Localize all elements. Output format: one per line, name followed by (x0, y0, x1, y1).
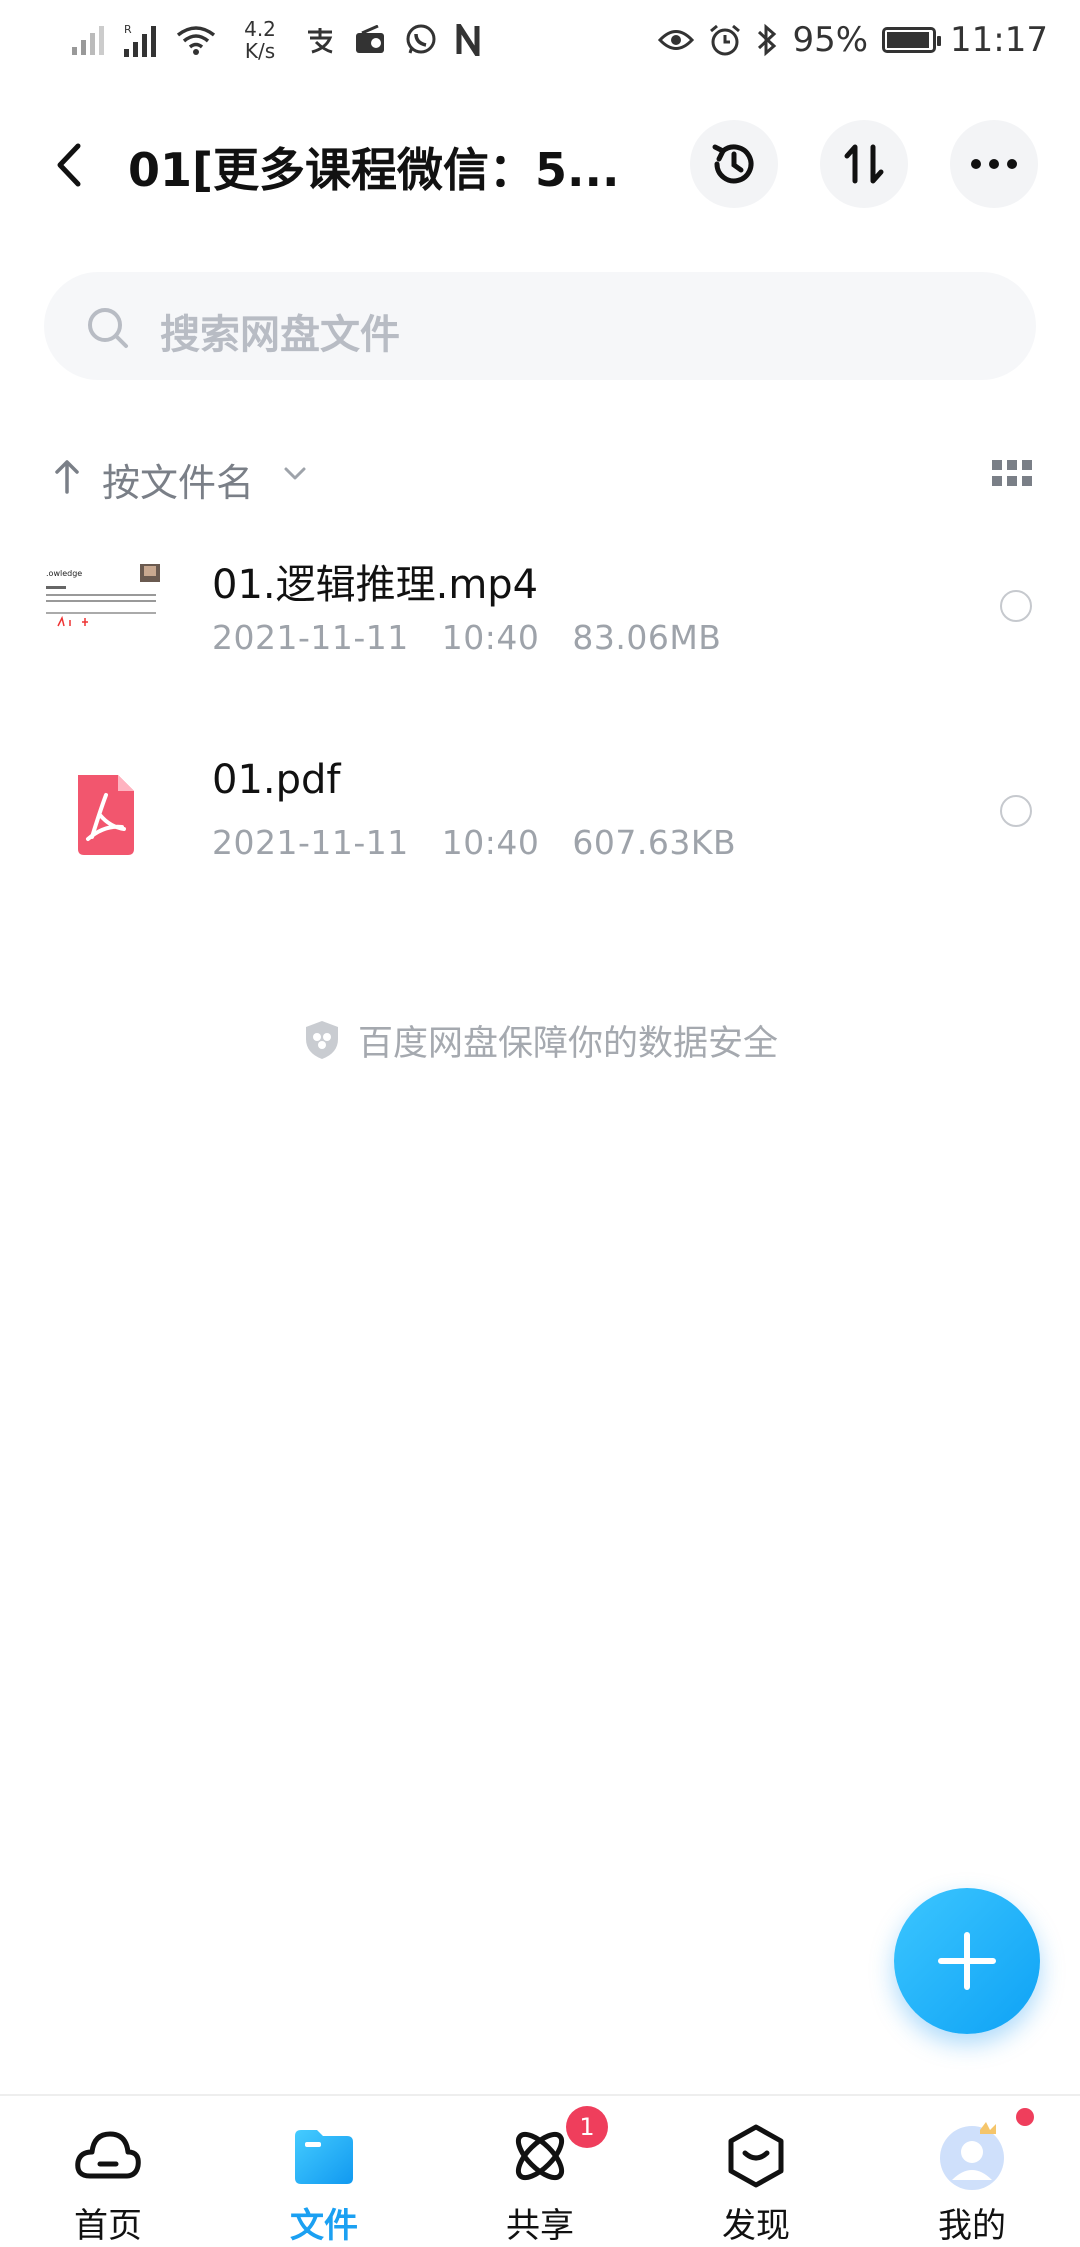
net-speed-value: 4.2 (244, 17, 276, 41)
nav-label: 首页 (74, 2206, 142, 2246)
pdf-thumbnail (44, 765, 164, 865)
bottom-nav: 首页 文件 1 共享 发现 我的 (0, 2094, 1080, 2246)
net-speed-unit: K/s (244, 39, 276, 63)
transfer-icon (844, 144, 884, 184)
search-bar[interactable]: 搜索网盘文件 (44, 272, 1036, 380)
wifi-icon (176, 26, 216, 55)
pdf-file-icon (78, 775, 134, 855)
alipay-icon (308, 28, 333, 54)
nav-home[interactable]: 首页 (0, 2096, 216, 2246)
share-orbit-icon (504, 2120, 576, 2192)
file-meta: 2021-11-11 10:40 607.63KB (212, 823, 736, 862)
search-icon (88, 308, 128, 348)
more-dots-icon (971, 159, 1017, 169)
net-speed: 4.2 K/s (234, 18, 286, 62)
grid-view-icon[interactable] (992, 460, 1032, 488)
file-name: 01.逻辑推理.mp4 (212, 562, 539, 608)
transfer-button[interactable] (820, 120, 908, 208)
sort-row: 按文件名 (52, 450, 1032, 505)
file-item[interactable]: 01.pdf 2021-11-11 10:40 607.63KB (0, 745, 1080, 915)
n-app-icon (456, 24, 480, 56)
avatar-icon (936, 2120, 1008, 2192)
eye-icon (658, 30, 695, 50)
battery-icon (882, 27, 942, 53)
whatsapp-icon (406, 24, 436, 54)
notification-dot (1016, 2108, 1034, 2126)
search-placeholder: 搜索网盘文件 (160, 312, 400, 358)
battery-percent: 95% (792, 20, 869, 60)
file-name: 01.pdf (212, 757, 341, 803)
plus-icon (938, 1932, 996, 1990)
radio-icon (356, 25, 384, 53)
status-bar: R 4.2 K/s 95% 11:17 (0, 0, 1080, 80)
file-date: 2021-11-11 (212, 823, 409, 862)
signal-icon (72, 26, 104, 55)
nav-label: 发现 (722, 2206, 790, 2246)
alarm-icon (710, 24, 741, 56)
page-title: 01[更多课程微信：5... (128, 143, 620, 197)
history-icon (712, 144, 754, 184)
nav-label: 共享 (506, 2206, 574, 2246)
back-arrow-icon (57, 143, 81, 187)
file-meta: 2021-11-11 10:40 83.06MB (212, 618, 721, 657)
nav-mine[interactable]: 我的 (864, 2096, 1080, 2246)
battery-fill (887, 32, 929, 48)
discover-icon (720, 2120, 792, 2192)
nav-files[interactable]: 文件 (216, 2096, 432, 2246)
file-date: 2021-11-11 (212, 618, 409, 657)
file-item[interactable]: .owledge 01.逻辑推理.mp4 2021-11-11 10:40 83… (0, 540, 1080, 710)
file-size: 83.06MB (572, 618, 722, 657)
file-time: 10:40 (441, 618, 540, 657)
select-checkbox[interactable] (1000, 795, 1032, 827)
svg-text:R: R (124, 23, 132, 36)
more-button[interactable] (950, 120, 1038, 208)
chevron-down-icon (284, 467, 306, 480)
sort-up-arrow-icon (55, 460, 79, 494)
status-right: 95% 11:17 (658, 16, 1048, 64)
history-button[interactable] (690, 120, 778, 208)
nav-share[interactable]: 1 共享 (432, 2096, 648, 2246)
svg-text:.owledge: .owledge (46, 569, 82, 578)
sort-button[interactable]: 按文件名 (52, 450, 332, 505)
nav-discover[interactable]: 发现 (648, 2096, 864, 2246)
header-bar: 01[更多课程微信：5... (0, 110, 1080, 220)
nav-label: 文件 (290, 2206, 358, 2246)
clock: 11:17 (950, 20, 1048, 60)
shield-icon (305, 1021, 338, 1059)
select-checkbox[interactable] (1000, 590, 1032, 622)
security-note: 百度网盘保障你的数据安全 (0, 1010, 1080, 1070)
bluetooth-icon (758, 23, 777, 57)
sort-label: 按文件名 (102, 461, 255, 505)
back-button[interactable] (40, 130, 100, 200)
signal-roaming-icon: R (124, 23, 156, 57)
notification-badge: 1 (566, 2106, 608, 2148)
folder-icon (288, 2120, 360, 2192)
file-time: 10:40 (441, 823, 540, 862)
nav-label: 我的 (938, 2206, 1006, 2246)
security-text: 百度网盘保障你的数据安全 (357, 1023, 778, 1064)
file-size: 607.63KB (572, 823, 737, 862)
add-button[interactable] (894, 1888, 1040, 2034)
cloud-icon (72, 2120, 144, 2192)
status-left: R 4.2 K/s (72, 16, 480, 64)
video-thumbnail: .owledge (44, 560, 164, 660)
